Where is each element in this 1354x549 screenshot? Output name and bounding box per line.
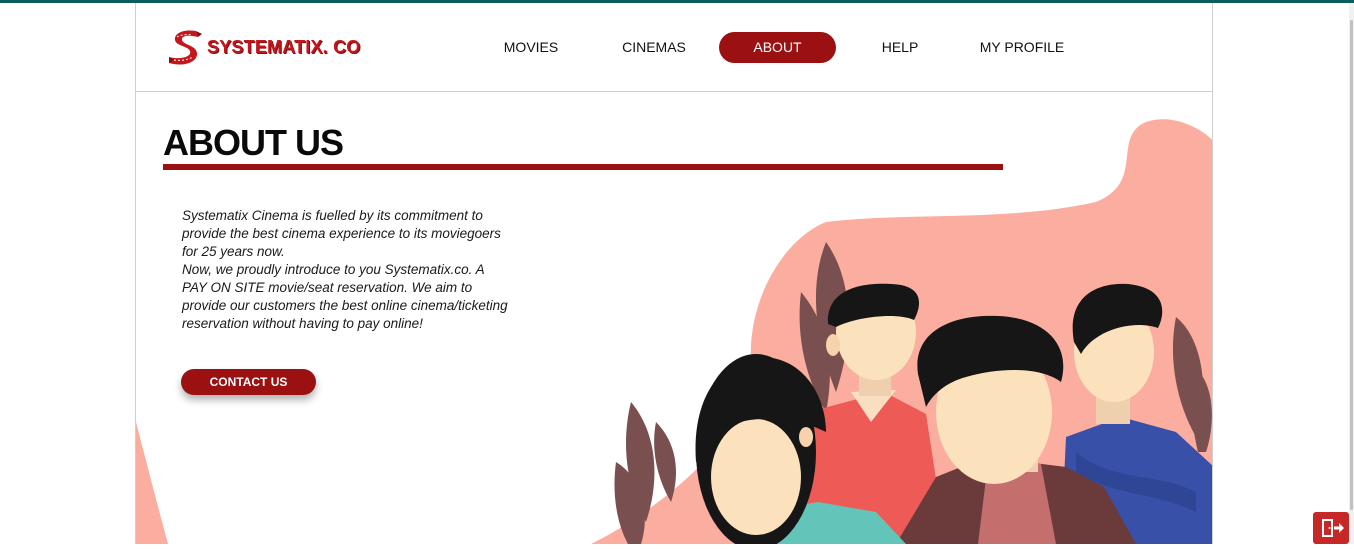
title-underline: [163, 164, 1003, 170]
about-paragraph-2: Now, we proudly introduce to you Systema…: [182, 262, 508, 331]
brand-name: SYSTEMATIX. CO: [207, 36, 361, 57]
exit-button[interactable]: [1313, 512, 1349, 544]
scrollbar-thumb[interactable]: [1350, 20, 1353, 510]
navbar: SYSTEMATIX. CO MOVIES CINEMAS ABOUT HELP…: [136, 3, 1212, 92]
nav-item-movies[interactable]: MOVIES: [491, 32, 571, 63]
nav-item-my-profile[interactable]: MY PROFILE: [972, 32, 1072, 63]
brand-logo[interactable]: SYSTEMATIX. CO: [166, 27, 360, 67]
contact-us-button[interactable]: CONTACT US: [181, 369, 316, 395]
exit-door-icon: [1322, 519, 1344, 537]
stylized-s-logo-icon: [169, 30, 202, 65]
nav-item-help[interactable]: HELP: [870, 32, 930, 63]
nav-item-cinemas[interactable]: CINEMAS: [614, 32, 694, 63]
page-title: ABOUT US: [163, 122, 344, 163]
about-paragraph-1: Systematix Cinema is fuelled by its comm…: [182, 208, 501, 259]
about-section: ABOUT US Systematix Cinema is fuelled by…: [136, 92, 1212, 544]
about-description: Systematix Cinema is fuelled by its comm…: [182, 207, 512, 333]
page-frame: SYSTEMATIX. CO MOVIES CINEMAS ABOUT HELP…: [135, 3, 1213, 544]
nav-item-about[interactable]: ABOUT: [719, 32, 836, 63]
